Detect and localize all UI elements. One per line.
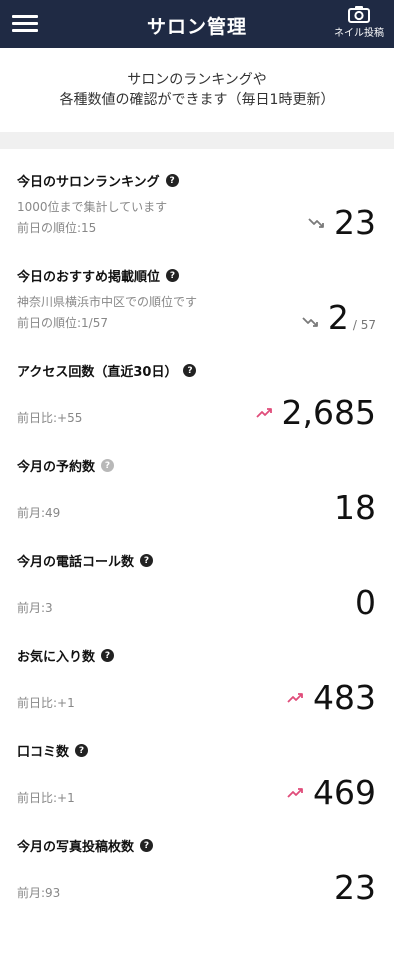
metric-value: 23 bbox=[334, 203, 376, 242]
metric-previous: 前日比:+55 bbox=[17, 411, 83, 425]
metric-value-group: 23 bbox=[334, 871, 376, 904]
metric-title: 今日のおすすめ掲載順位? bbox=[17, 266, 180, 285]
metric-title: お気に入り数? bbox=[17, 646, 115, 665]
metric-value: 483 bbox=[313, 678, 376, 717]
metric-value: 469 bbox=[313, 773, 376, 812]
metric-value-group: 18 bbox=[334, 491, 376, 524]
metric-value: 0 bbox=[355, 583, 376, 622]
metric-title-text: 今月の予約数 bbox=[17, 460, 96, 475]
metric-card: 今月の予約数? 前月:49 18 bbox=[17, 434, 376, 529]
metric-value: 23 bbox=[334, 868, 376, 907]
metric-title: 今月の写真投稿枚数? bbox=[17, 836, 154, 855]
metric-title-text: アクセス回数（直近30日） bbox=[17, 365, 178, 380]
metric-title: アクセス回数（直近30日）? bbox=[17, 361, 197, 380]
metric-value-group: 2,685 bbox=[255, 393, 376, 432]
metric-title: 口コミ数? bbox=[17, 741, 89, 760]
metric-previous: 前月:3 bbox=[17, 601, 53, 615]
help-icon[interactable]: ? bbox=[140, 839, 154, 852]
metric-card: 今日のサロンランキング? 1000位まで集計しています 前日の順位:15 23 bbox=[17, 149, 376, 244]
metric-value: 2,685 bbox=[281, 393, 376, 432]
trend-down-icon bbox=[308, 217, 324, 228]
metric-value-group: 2/ 57 bbox=[302, 301, 376, 342]
metric-card: 今月の電話コール数? 前月:3 0 bbox=[17, 529, 376, 624]
metric-title-text: 今月の写真投稿枚数 bbox=[17, 840, 135, 855]
metric-title: 今月の電話コール数? bbox=[17, 551, 154, 570]
metric-card: 口コミ数? 前日比:+1 469 bbox=[17, 719, 376, 814]
nail-post-label: ネイル投稿 bbox=[334, 28, 384, 39]
trend-up-icon bbox=[287, 787, 303, 798]
help-icon[interactable]: ? bbox=[140, 554, 154, 567]
help-icon[interactable]: ? bbox=[165, 174, 179, 187]
nail-post-button[interactable]: ネイル投稿 bbox=[332, 5, 386, 39]
metric-value-group: 23 bbox=[308, 206, 376, 239]
help-icon[interactable]: ? bbox=[75, 744, 89, 757]
intro-text: サロンのランキングや 各種数値の確認ができます（毎日1時更新） bbox=[59, 72, 335, 108]
metric-title-text: お気に入り数 bbox=[17, 650, 96, 665]
metric-previous: 前日比:+1 bbox=[17, 696, 75, 710]
metric-card: アクセス回数（直近30日）? 前日比:+55 2,685 bbox=[17, 339, 376, 434]
camera-icon bbox=[348, 6, 370, 23]
trend-up-icon bbox=[255, 407, 272, 418]
metric-card: 今日のおすすめ掲載順位? 神奈川県横浜市中区での順位です 前日の順位:1/57 2/ … bbox=[17, 244, 376, 339]
trend-up-icon bbox=[287, 692, 303, 703]
help-icon[interactable]: ? bbox=[183, 364, 197, 377]
metric-previous: 前月:93 bbox=[17, 886, 61, 900]
help-icon[interactable]: ? bbox=[101, 649, 115, 662]
help-icon[interactable]: ? bbox=[166, 269, 180, 282]
metric-previous: 前日比:+1 bbox=[17, 791, 75, 805]
metric-value: 18 bbox=[334, 488, 376, 527]
metric-title-text: 口コミ数 bbox=[17, 745, 70, 760]
metric-previous: 前日の順位:1/57 bbox=[17, 316, 108, 330]
metric-denominator: / 57 bbox=[352, 318, 376, 332]
section-divider bbox=[0, 132, 394, 149]
app-header: サロン管理 ネイル投稿 bbox=[0, 0, 394, 48]
metric-value-group: 469 bbox=[287, 776, 376, 809]
metric-note: 1000位まで集計しています bbox=[17, 200, 168, 214]
metrics-list: 今日のサロンランキング? 1000位まで集計しています 前日の順位:15 23 今日のお… bbox=[0, 149, 394, 909]
metric-value-group: 0 bbox=[355, 586, 376, 619]
metric-card: お気に入り数? 前日比:+1 483 bbox=[17, 624, 376, 719]
trend-down-icon bbox=[302, 316, 318, 327]
metric-note: 神奈川県横浜市中区での順位です bbox=[17, 295, 198, 309]
metric-title-text: 今日のおすすめ掲載順位 bbox=[17, 270, 161, 285]
metric-value: 2 bbox=[327, 298, 349, 337]
help-icon[interactable]: ? bbox=[101, 459, 115, 472]
metric-title-text: 今月の電話コール数 bbox=[17, 555, 135, 570]
metric-previous: 前日の順位:15 bbox=[17, 221, 97, 235]
metric-title: 今日のサロンランキング? bbox=[17, 171, 179, 190]
metric-previous: 前月:49 bbox=[17, 506, 61, 520]
metric-title-text: 今日のサロンランキング bbox=[17, 175, 160, 190]
metric-card: 今月の写真投稿枚数? 前月:93 23 bbox=[17, 814, 376, 909]
metric-value-group: 483 bbox=[287, 681, 376, 714]
metric-title: 今月の予約数? bbox=[17, 456, 115, 475]
